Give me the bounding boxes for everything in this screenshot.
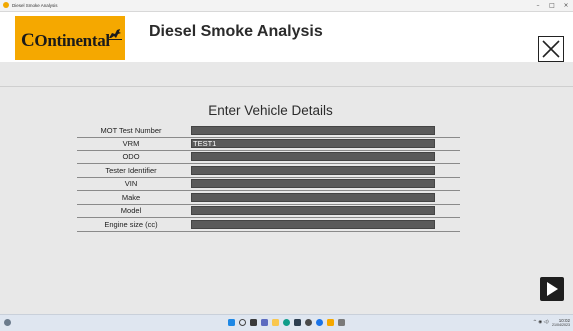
form-title: Enter Vehicle Details: [208, 103, 333, 118]
mot-test-number-input[interactable]: [191, 126, 435, 135]
task-view-icon[interactable]: [250, 319, 257, 326]
play-next-icon: [547, 282, 558, 296]
field-label: Make: [121, 193, 141, 202]
chat-icon[interactable]: [261, 319, 268, 326]
engine-size-input[interactable]: [191, 220, 435, 229]
logo-text: COntinental: [21, 30, 110, 51]
field-row-model: Model: [77, 205, 460, 218]
close-icon: [542, 40, 560, 58]
next-button[interactable]: [540, 277, 564, 301]
minimize-button[interactable]: –: [531, 0, 545, 11]
chrome-icon[interactable]: [316, 319, 323, 326]
close-button[interactable]: [538, 36, 564, 62]
taskbar: ^ ◉ ◁) 10:02 21/04/2023: [0, 314, 573, 331]
field-row-engine-size: Engine size (cc): [77, 219, 460, 232]
header-separator: [0, 86, 573, 87]
start-icon[interactable]: [228, 319, 235, 326]
window-close-button[interactable]: ×: [559, 0, 573, 11]
field-row-odo: ODO: [77, 151, 460, 164]
continental-logo: COntinental: [15, 16, 125, 60]
pinned-app-icon[interactable]: [338, 319, 345, 326]
weather-icon[interactable]: [4, 319, 11, 326]
model-input[interactable]: [191, 206, 435, 215]
tester-identifier-input[interactable]: [191, 166, 435, 175]
field-label: VIN: [124, 179, 138, 188]
window-title-bar: Diesel Smoke Analysis – □ ×: [0, 0, 573, 12]
clock[interactable]: 10:02 21/04/2023: [550, 318, 570, 328]
field-row-mot-test-number: MOT Test Number: [77, 125, 460, 138]
field-row-vrm: VRM TEST1: [77, 138, 460, 151]
app-title: Diesel Smoke Analysis: [149, 23, 323, 40]
field-label: Engine size (cc): [104, 220, 158, 229]
vin-input[interactable]: [191, 179, 435, 188]
field-row-tester-identifier: Tester Identifier: [77, 165, 460, 178]
file-explorer-icon[interactable]: [272, 319, 279, 326]
app-icon: [3, 2, 9, 8]
horse-icon: [108, 28, 122, 44]
field-label: ODO: [122, 152, 140, 161]
field-label: Model: [120, 206, 142, 215]
settings-icon[interactable]: [305, 319, 312, 326]
edge-icon[interactable]: [283, 319, 290, 326]
app-header: COntinental Diesel Smoke Analysis: [0, 12, 573, 62]
vrm-input[interactable]: TEST1: [191, 139, 435, 148]
maximize-button[interactable]: □: [545, 0, 559, 11]
field-row-vin: VIN: [77, 178, 460, 191]
field-label: Tester Identifier: [105, 166, 157, 175]
field-row-make: Make: [77, 192, 460, 205]
window-title: Diesel Smoke Analysis: [12, 3, 58, 8]
clock-date: 21/04/2023: [552, 323, 570, 327]
field-label: MOT Test Number: [100, 126, 162, 135]
tray-icons[interactable]: ^ ◉ ◁): [533, 320, 549, 325]
store-icon[interactable]: [294, 319, 301, 326]
field-label: VRM: [122, 139, 140, 148]
search-icon[interactable]: [239, 319, 246, 326]
diesel-smoke-app-icon[interactable]: [327, 319, 334, 326]
make-input[interactable]: [191, 193, 435, 202]
odo-input[interactable]: [191, 152, 435, 161]
